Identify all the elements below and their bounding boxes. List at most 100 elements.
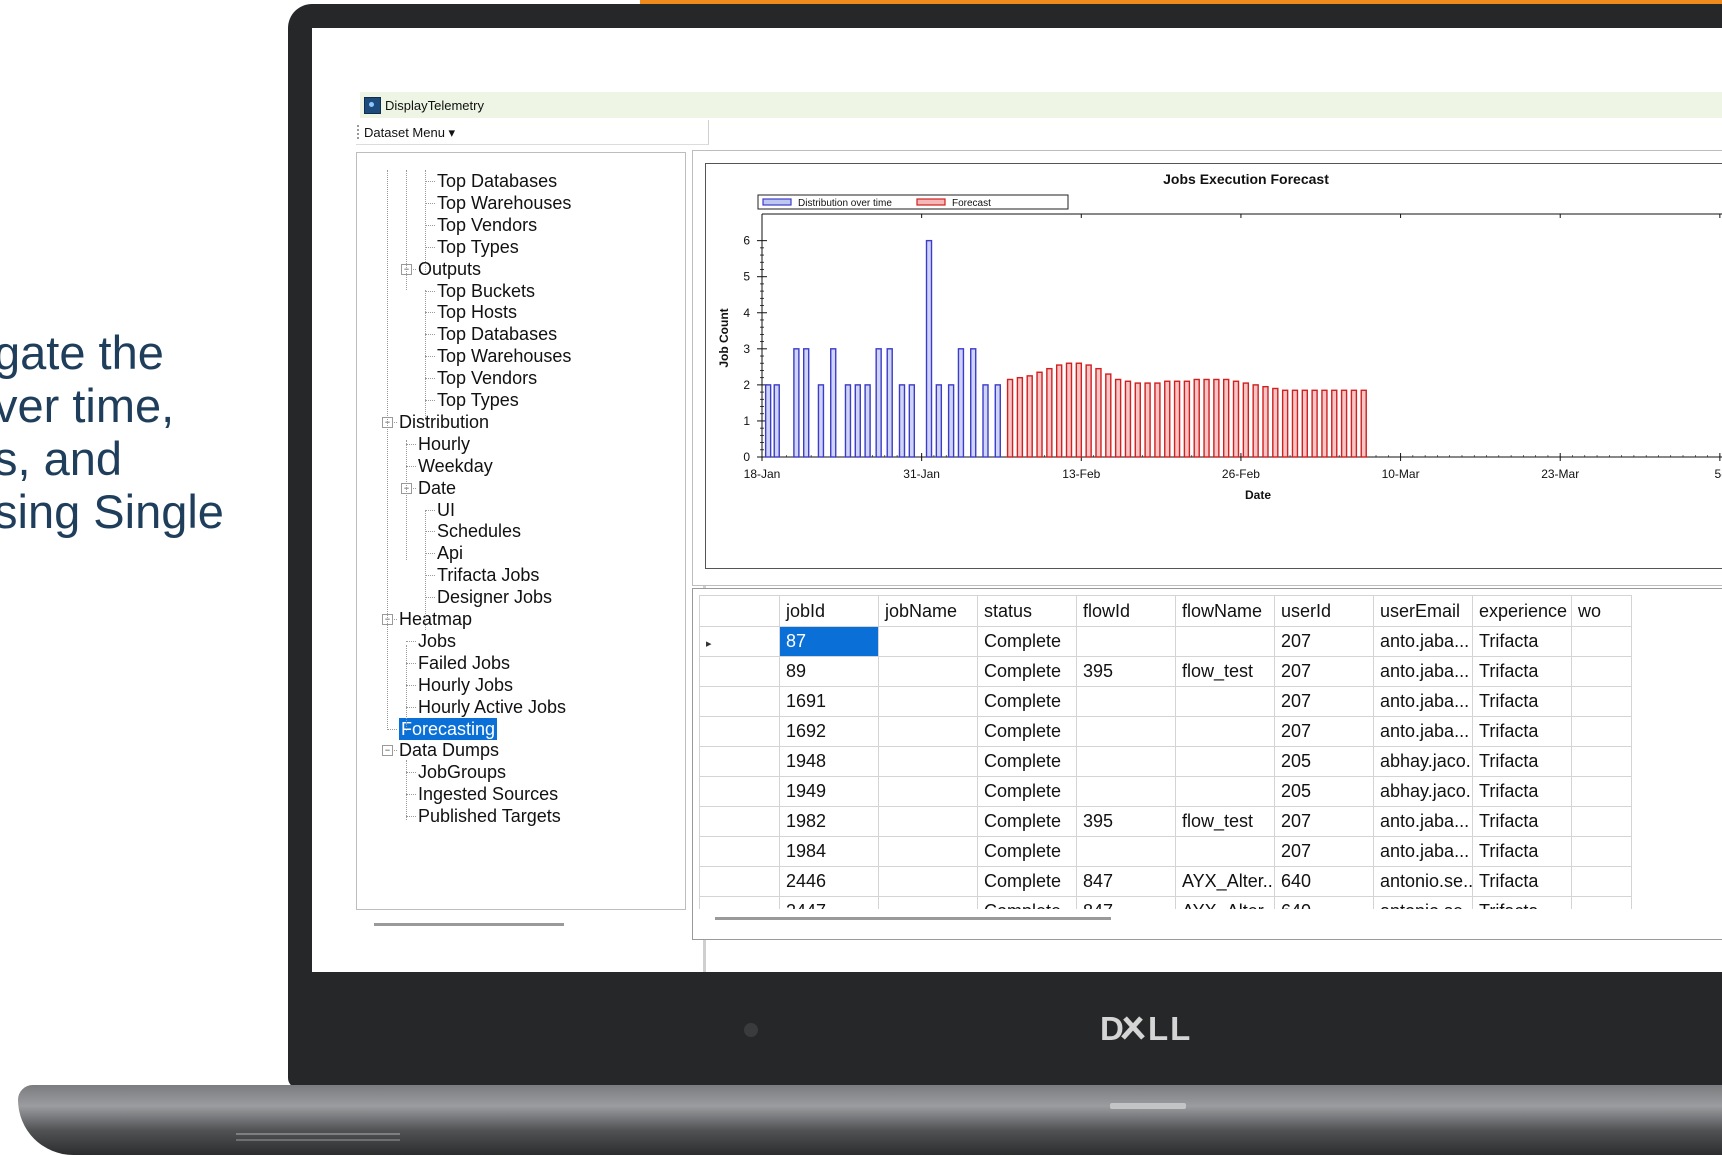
table-cell[interactable]: 207 (1274, 626, 1374, 657)
table-cell[interactable]: Trifacta (1472, 686, 1572, 717)
table-cell[interactable]: 1982 (779, 806, 879, 837)
table-cell[interactable] (1571, 626, 1632, 657)
row-header-cell[interactable]: ▸ (699, 626, 780, 657)
tree-item[interactable]: Published Targets (418, 805, 561, 827)
table-cell[interactable]: 1949 (779, 776, 879, 807)
table-cell[interactable]: Trifacta (1472, 836, 1572, 867)
table-cell[interactable] (1076, 716, 1176, 747)
table-cell[interactable]: Trifacta (1472, 866, 1572, 897)
table-cell[interactable] (878, 836, 978, 867)
tree-item[interactable]: Top Databases (437, 170, 557, 192)
table-row[interactable]: 1982 Complete 395 flow_test 207 anto.jaba... T… (699, 806, 1632, 837)
grid-corner-cell[interactable] (699, 595, 780, 627)
tree-item[interactable]: Top Hosts (437, 301, 517, 323)
tree-item[interactable]: Hourly (418, 433, 470, 455)
table-cell[interactable] (1571, 776, 1632, 807)
table-cell[interactable]: 395 (1076, 806, 1176, 837)
table-cell[interactable] (878, 806, 978, 837)
table-cell[interactable]: anto.jaba... (1373, 626, 1473, 657)
table-cell[interactable] (878, 716, 978, 747)
table-cell[interactable]: 847 (1076, 866, 1176, 897)
table-row[interactable]: ▸ 87 Complete 207 anto.jaba... Trifacta (699, 626, 1632, 657)
table-cell[interactable] (1076, 686, 1176, 717)
table-cell[interactable]: Complete (977, 896, 1077, 909)
table-cell[interactable]: Complete (977, 836, 1077, 867)
table-cell[interactable]: 1948 (779, 746, 879, 777)
tree-item[interactable]: Ingested Sources (418, 783, 558, 805)
table-cell[interactable] (1175, 716, 1275, 747)
row-header-cell[interactable] (699, 746, 780, 777)
tree-item[interactable]: Distribution (399, 411, 489, 433)
table-cell[interactable]: 2446 (779, 866, 879, 897)
table-cell[interactable]: abhay.jaco... (1373, 776, 1473, 807)
tree-item[interactable]: Trifacta Jobs (437, 564, 539, 586)
column-header[interactable]: jobId (779, 595, 879, 627)
table-cell[interactable] (1175, 746, 1275, 777)
table-cell[interactable]: 205 (1274, 776, 1374, 807)
table-cell[interactable]: anto.jaba... (1373, 806, 1473, 837)
table-cell[interactable] (878, 626, 978, 657)
table-cell[interactable] (1571, 656, 1632, 687)
table-cell[interactable]: Trifacta (1472, 746, 1572, 777)
table-cell[interactable]: 640 (1274, 866, 1374, 897)
tree-horizontal-scrollbar[interactable] (374, 923, 564, 926)
table-cell[interactable]: anto.jaba... (1373, 716, 1473, 747)
table-cell[interactable]: anto.jaba... (1373, 836, 1473, 867)
tree-item[interactable]: Heatmap (399, 608, 472, 630)
column-header[interactable]: flowName (1175, 595, 1275, 627)
row-header-cell[interactable] (699, 866, 780, 897)
tree-item[interactable]: Top Vendors (437, 214, 537, 236)
table-cell[interactable]: antonio.se... (1373, 896, 1473, 909)
tree-item[interactable]: Api (437, 542, 463, 564)
table-cell[interactable] (1076, 776, 1176, 807)
table-row[interactable]: 1691 Complete 207 anto.jaba... Trifacta (699, 686, 1632, 717)
table-cell[interactable]: 640 (1274, 896, 1374, 909)
table-cell[interactable]: Trifacta (1472, 656, 1572, 687)
dataset-menu[interactable]: Dataset Menu ▾ (364, 125, 455, 141)
row-header-cell[interactable] (699, 716, 780, 747)
table-cell[interactable]: 207 (1274, 656, 1374, 687)
tree-item[interactable]: Top Warehouses (437, 345, 571, 367)
tree-item[interactable]: Top Databases (437, 323, 557, 345)
table-cell[interactable] (1175, 836, 1275, 867)
tree-item[interactable]: Top Vendors (437, 367, 537, 389)
tree-collapse-icon[interactable]: − (382, 745, 393, 757)
table-cell[interactable]: 847 (1076, 896, 1176, 909)
row-header-cell[interactable] (699, 806, 780, 837)
table-cell[interactable]: AYX_Alter... (1175, 866, 1275, 897)
table-cell[interactable] (878, 686, 978, 717)
column-header[interactable]: status (977, 595, 1077, 627)
table-cell[interactable] (1571, 746, 1632, 777)
table-cell[interactable]: Trifacta (1472, 716, 1572, 747)
tree-item[interactable]: Schedules (437, 520, 521, 542)
table-cell[interactable] (878, 656, 978, 687)
table-cell[interactable]: Complete (977, 716, 1077, 747)
table-cell[interactable] (1175, 776, 1275, 807)
table-cell[interactable]: flow_test (1175, 656, 1275, 687)
column-header[interactable]: userEmail (1373, 595, 1473, 627)
table-cell[interactable]: 205 (1274, 746, 1374, 777)
tree-item[interactable]: Top Types (437, 389, 519, 411)
tree-item[interactable]: Weekday (418, 455, 493, 477)
table-cell[interactable]: 395 (1076, 656, 1176, 687)
table-cell[interactable]: abhay.jaco... (1373, 746, 1473, 777)
table-cell[interactable] (1571, 686, 1632, 717)
table-cell[interactable] (1175, 686, 1275, 717)
tree-item[interactable]: Forecasting (399, 717, 498, 740)
row-header-cell[interactable] (699, 656, 780, 687)
table-cell[interactable]: anto.jaba... (1373, 686, 1473, 717)
table-cell[interactable] (1076, 626, 1176, 657)
table-cell[interactable]: Complete (977, 626, 1077, 657)
column-header[interactable]: wo (1571, 595, 1632, 627)
table-cell[interactable] (1076, 836, 1176, 867)
table-cell[interactable]: Trifacta (1472, 896, 1572, 909)
tree-item[interactable]: Hourly Jobs (418, 674, 513, 696)
table-cell[interactable] (878, 776, 978, 807)
grid-horizontal-scrollbar[interactable] (715, 917, 1111, 920)
table-cell[interactable]: Trifacta (1472, 626, 1572, 657)
table-row[interactable]: 1948 Complete 205 abhay.jaco... Trifacta (699, 746, 1632, 777)
table-row[interactable]: 1692 Complete 207 anto.jaba... Trifacta (699, 716, 1632, 747)
table-cell[interactable]: Complete (977, 866, 1077, 897)
column-header[interactable]: userId (1274, 595, 1374, 627)
table-cell[interactable]: Complete (977, 746, 1077, 777)
